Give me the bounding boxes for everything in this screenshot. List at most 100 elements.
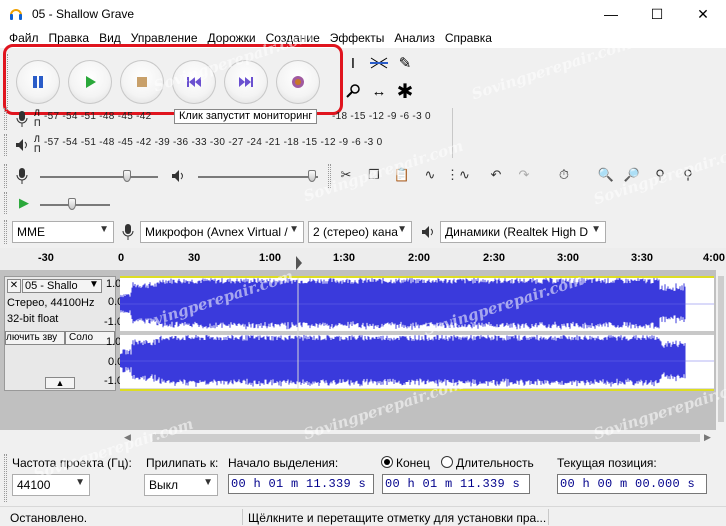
cut-button[interactable]: ✂ (334, 164, 358, 186)
output-device-select[interactable]: Динамики (Realtek High D ▼ (440, 221, 606, 243)
trim-button[interactable]: ∿ (418, 164, 442, 186)
paste-button[interactable]: 📋 (390, 164, 414, 186)
length-radio[interactable] (441, 456, 453, 468)
close-icon: ✕ (9, 280, 19, 291)
fit-selection-icon: ⚲ (655, 167, 665, 182)
chevron-down-icon: ▼ (203, 477, 213, 488)
title-bar: 05 - Shallow Grave — ☐ ✕ (0, 0, 726, 28)
cut-icon: ✂ (340, 167, 352, 182)
time-shift-tool-icon[interactable]: ↔ (366, 78, 392, 104)
audio-host-select[interactable]: MME ▼ (12, 221, 114, 243)
menu-analyze[interactable]: Анализ (389, 31, 440, 45)
menu-transport[interactable]: Управление (126, 31, 203, 45)
toolbar-grip[interactable] (328, 164, 331, 188)
collapse-track-button[interactable]: ▲ (45, 377, 75, 389)
undo-icon: ↶ (490, 167, 502, 182)
output-volume-slider[interactable] (308, 170, 316, 182)
status-text: Остановлено. (10, 511, 88, 525)
window-title: 05 - Shallow Grave (32, 7, 135, 21)
scroll-left-icon[interactable]: ◀ (124, 432, 131, 443)
snap-to-select[interactable]: Выкл ▼ (144, 474, 218, 496)
input-volume-icon (16, 168, 28, 184)
speaker-icon (16, 139, 27, 151)
collapse-arrow-icon: ▲ (55, 378, 65, 388)
horizontal-scroll-thumb[interactable] (152, 434, 700, 442)
separator (242, 509, 243, 525)
draw-tool-icon[interactable]: ✎ (392, 50, 418, 76)
zoom-in-button[interactable]: 🔍 (594, 164, 618, 186)
play-at-speed-button[interactable]: ▶ (12, 192, 36, 214)
menu-file[interactable]: Файл (4, 31, 44, 45)
menu-help[interactable]: Справка (440, 31, 497, 45)
zoom-out-button[interactable]: 🔎 (620, 164, 644, 186)
vertical-scroll-thumb[interactable] (718, 276, 724, 422)
timer-icon: ⏱ (558, 167, 570, 182)
waveform[interactable] (119, 277, 714, 389)
recording-meter-scale-right: -18 -15 -12 -9 -6 -3 0 (332, 111, 431, 122)
copy-button[interactable]: ❐ (362, 164, 386, 186)
maximize-button[interactable]: ☐ (634, 0, 680, 28)
fit-selection-button[interactable]: ⚲ (648, 164, 672, 186)
menu-effects[interactable]: Эффекты (325, 31, 390, 45)
output-volume-track (198, 176, 318, 178)
chevron-down-icon: ▼ (591, 224, 601, 235)
zoom-tool-icon[interactable] (340, 78, 366, 104)
selection-end-input[interactable]: 00 h 01 m 11.339 s (382, 474, 530, 494)
audio-position-label: Текущая позиция: (557, 456, 657, 470)
chevron-down-icon[interactable]: ▼ (89, 279, 99, 290)
toolbar-grip[interactable] (4, 220, 7, 244)
menu-edit[interactable]: Правка (44, 31, 95, 45)
toolbar-grip[interactable] (4, 454, 7, 502)
toolbar-grip[interactable] (4, 164, 7, 188)
project-rate-select[interactable]: 44100 ▼ (12, 474, 90, 496)
mute-button[interactable]: лючить зву (5, 331, 65, 345)
menu-generate[interactable]: Создание (261, 31, 325, 45)
timeline-tick: 1:30 (333, 252, 356, 264)
audacity-app-icon (10, 9, 22, 20)
selection-start-input[interactable]: 00 h 01 m 11.339 s (228, 474, 374, 494)
undo-button[interactable]: ↶ (484, 164, 508, 186)
toolbar-grip[interactable] (4, 192, 7, 214)
project-rate-label: Частота проекта (Гц): (12, 456, 132, 470)
channels-select[interactable]: 2 (стерео) кана ▼ (308, 221, 412, 243)
close-track-button[interactable]: ✕ (7, 279, 21, 293)
toolbar-grip[interactable] (4, 108, 7, 130)
input-device-select[interactable]: Микрофон (Avnex Virtual / ▼ (140, 221, 304, 243)
zoom-in-icon: 🔍 (597, 167, 615, 182)
playback-meter[interactable]: ЛП -57 -54 -51 -48 -45 -42 -39 -36 -33 -… (14, 134, 452, 158)
chevron-down-icon: ▼ (99, 224, 109, 235)
input-device-icon (122, 224, 134, 240)
end-radio[interactable] (381, 456, 393, 468)
redo-button[interactable]: ↷ (512, 164, 536, 186)
sync-lock-button[interactable]: ⏱ (552, 164, 576, 186)
silence-button[interactable]: ⋮∿ (446, 164, 470, 186)
multi-tool-icon[interactable]: ✱ (392, 78, 418, 104)
timeline-tick: 1:00 (259, 252, 282, 264)
close-window-button[interactable]: ✕ (680, 0, 726, 28)
envelope-tool-icon[interactable] (366, 50, 392, 76)
timeline-ruler[interactable]: -30 0 30 1:00 1:30 2:00 2:30 3:00 3:30 4… (0, 248, 726, 270)
input-volume-track (40, 176, 158, 178)
minimize-button[interactable]: — (588, 0, 634, 28)
input-volume-slider[interactable] (123, 170, 131, 182)
length-radio-label: Длительность (456, 456, 534, 470)
track-format-info: Стерео, 44100Hz (7, 297, 95, 309)
selection-tool-icon[interactable]: I (340, 50, 366, 76)
menu-tracks[interactable]: Дорожки (203, 31, 261, 45)
menu-view[interactable]: Вид (94, 31, 126, 45)
waveform-area[interactable] (119, 276, 714, 391)
fit-project-icon: ⚲ (683, 167, 693, 182)
redo-icon: ↷ (518, 167, 530, 182)
chevron-down-icon: ▼ (289, 224, 299, 235)
scroll-right-icon[interactable]: ▶ (704, 432, 711, 443)
tools-toolbar: I ✎ ↔ ✱ (340, 50, 422, 106)
fit-project-button[interactable]: ⚲ (676, 164, 700, 186)
recording-meter[interactable]: ЛП -57 -54 -51 -48 -45 -42 Клик запустит… (14, 108, 452, 132)
status-hint: Щёлкните и перетащите отметку для устано… (248, 511, 547, 525)
toolbar-grip[interactable] (4, 134, 7, 156)
playhead-marker-icon[interactable] (294, 256, 304, 270)
meter-channel-labels: ЛП (34, 134, 41, 154)
audio-position-input[interactable]: 00 h 00 m 00.000 s (557, 474, 707, 494)
speed-slider[interactable] (68, 198, 76, 210)
snap-to-label: Прилипать к: (146, 456, 219, 470)
